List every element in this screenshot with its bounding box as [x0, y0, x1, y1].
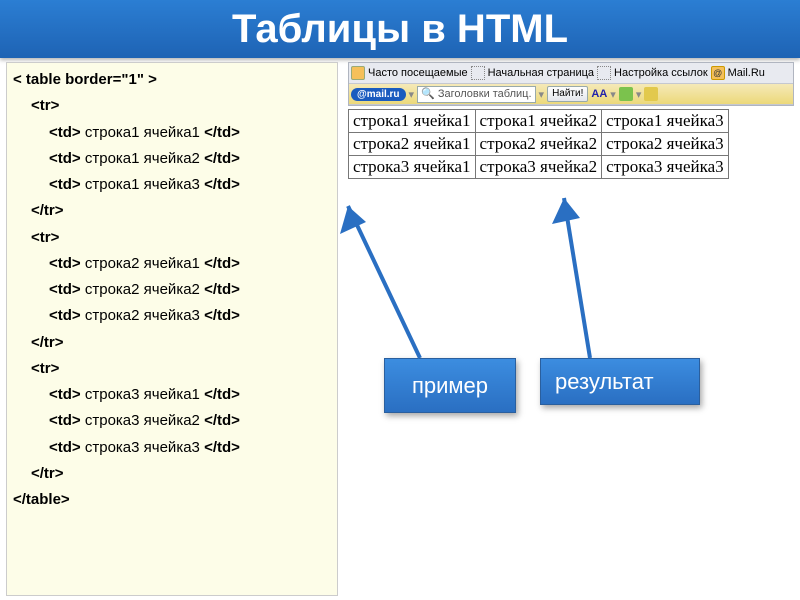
mailru-badge[interactable]: @mail.ru — [351, 88, 406, 101]
code-line: <td> — [49, 307, 81, 324]
arrow-result — [564, 198, 590, 358]
code-text: строка2 ячейка3 — [81, 307, 204, 324]
code-line: <td> — [49, 255, 81, 272]
code-line: <tr> — [31, 360, 59, 377]
page-icon — [471, 66, 485, 80]
code-line: <td> — [49, 386, 81, 403]
table-cell: строка3 ячейка1 — [349, 156, 476, 179]
table-cell: строка2 ячейка2 — [475, 133, 602, 156]
code-line: <tr> — [31, 97, 59, 114]
bookmarks-bar: Часто посещаемые Начальная страница Наст… — [349, 63, 793, 84]
code-line: </td> — [204, 124, 240, 141]
code-line: <td> — [49, 176, 81, 193]
table-row: строка2 ячейка1 строка2 ячейка2 строка2 … — [349, 133, 729, 156]
pencil-icon[interactable] — [619, 87, 633, 101]
mailru-icon: @ — [711, 66, 725, 80]
search-text: Заголовки таблиц. — [438, 88, 532, 100]
code-line: </tr> — [31, 465, 64, 482]
bookmark-links[interactable]: Настройка ссылок — [614, 67, 708, 79]
code-line: </td> — [204, 412, 240, 429]
code-line: <tr> — [31, 229, 59, 246]
code-line: <td> — [49, 439, 81, 456]
code-text: строка3 ячейка3 — [81, 439, 204, 456]
bookmark-start[interactable]: Начальная страница — [488, 67, 594, 79]
dropdown-icon[interactable]: ▾ — [539, 88, 545, 101]
text-size-button[interactable]: AA — [591, 88, 607, 100]
code-line: <td> — [49, 412, 81, 429]
find-button[interactable]: Найти! — [547, 86, 588, 102]
table-cell: строка1 ячейка3 — [602, 110, 729, 133]
code-text: строка1 ячейка3 — [81, 176, 204, 193]
code-line: </td> — [204, 150, 240, 167]
rendered-table: строка1 ячейка1 строка1 ячейка2 строка1 … — [348, 109, 729, 179]
code-line: </td> — [204, 307, 240, 324]
code-line: </table> — [13, 491, 70, 508]
code-line: < table border="1" > — [13, 71, 157, 88]
body-area: < table border="1" > <tr> <td> строка1 я… — [0, 58, 800, 600]
code-text: строка3 ячейка2 — [81, 412, 204, 429]
table-cell: строка2 ячейка3 — [602, 133, 729, 156]
arrow-example — [348, 206, 420, 358]
code-line: <td> — [49, 281, 81, 298]
code-line: </tr> — [31, 202, 64, 219]
callout-result: результат — [540, 358, 700, 405]
code-text: строка1 ячейка2 — [81, 150, 204, 167]
dropdown-icon[interactable]: ▾ — [610, 88, 616, 101]
callout-example: пример — [384, 358, 516, 413]
star-icon — [351, 66, 365, 80]
page-icon — [597, 66, 611, 80]
code-text: строка2 ячейка2 — [81, 281, 204, 298]
mailru-toolbar: @mail.ru ▾ 🔍 Заголовки таблиц. ▾ Найти! … — [349, 84, 793, 105]
code-line: </td> — [204, 281, 240, 298]
bookmark-mailru[interactable]: Mail.Ru — [728, 67, 765, 79]
table-cell: строка3 ячейка3 — [602, 156, 729, 179]
bookmark-frequent[interactable]: Часто посещаемые — [368, 67, 468, 79]
code-line: <td> — [49, 124, 81, 141]
search-icon: 🔍 — [421, 88, 435, 100]
dropdown-icon[interactable]: ▾ — [636, 88, 642, 101]
code-line: </td> — [204, 176, 240, 193]
code-text: строка1 ячейка1 — [81, 124, 204, 141]
page-title: Таблицы в HTML — [0, 0, 800, 58]
code-line: </td> — [204, 255, 240, 272]
code-line: <td> — [49, 150, 81, 167]
table-cell: строка2 ячейка1 — [349, 133, 476, 156]
browser-chrome: Часто посещаемые Начальная страница Наст… — [348, 62, 794, 106]
code-line: </td> — [204, 439, 240, 456]
result-panel: Часто посещаемые Начальная страница Наст… — [348, 62, 794, 179]
table-row: строка1 ячейка1 строка1 ячейка2 строка1 … — [349, 110, 729, 133]
code-text: строка3 ячейка1 — [81, 386, 204, 403]
mail-icon[interactable] — [644, 87, 658, 101]
table-cell: строка1 ячейка2 — [475, 110, 602, 133]
dropdown-icon[interactable]: ▾ — [409, 88, 415, 101]
table-row: строка3 ячейка1 строка3 ячейка2 строка3 … — [349, 156, 729, 179]
arrow-example-head — [340, 206, 366, 234]
arrow-result-head — [552, 198, 580, 224]
code-line: </td> — [204, 386, 240, 403]
code-example-panel: < table border="1" > <tr> <td> строка1 я… — [6, 62, 338, 596]
search-input[interactable]: 🔍 Заголовки таблиц. — [417, 86, 535, 103]
code-line: </tr> — [31, 334, 64, 351]
table-cell: строка1 ячейка1 — [349, 110, 476, 133]
table-cell: строка3 ячейка2 — [475, 156, 602, 179]
title-bar: Таблицы в HTML — [0, 0, 800, 58]
code-text: строка2 ячейка1 — [81, 255, 204, 272]
